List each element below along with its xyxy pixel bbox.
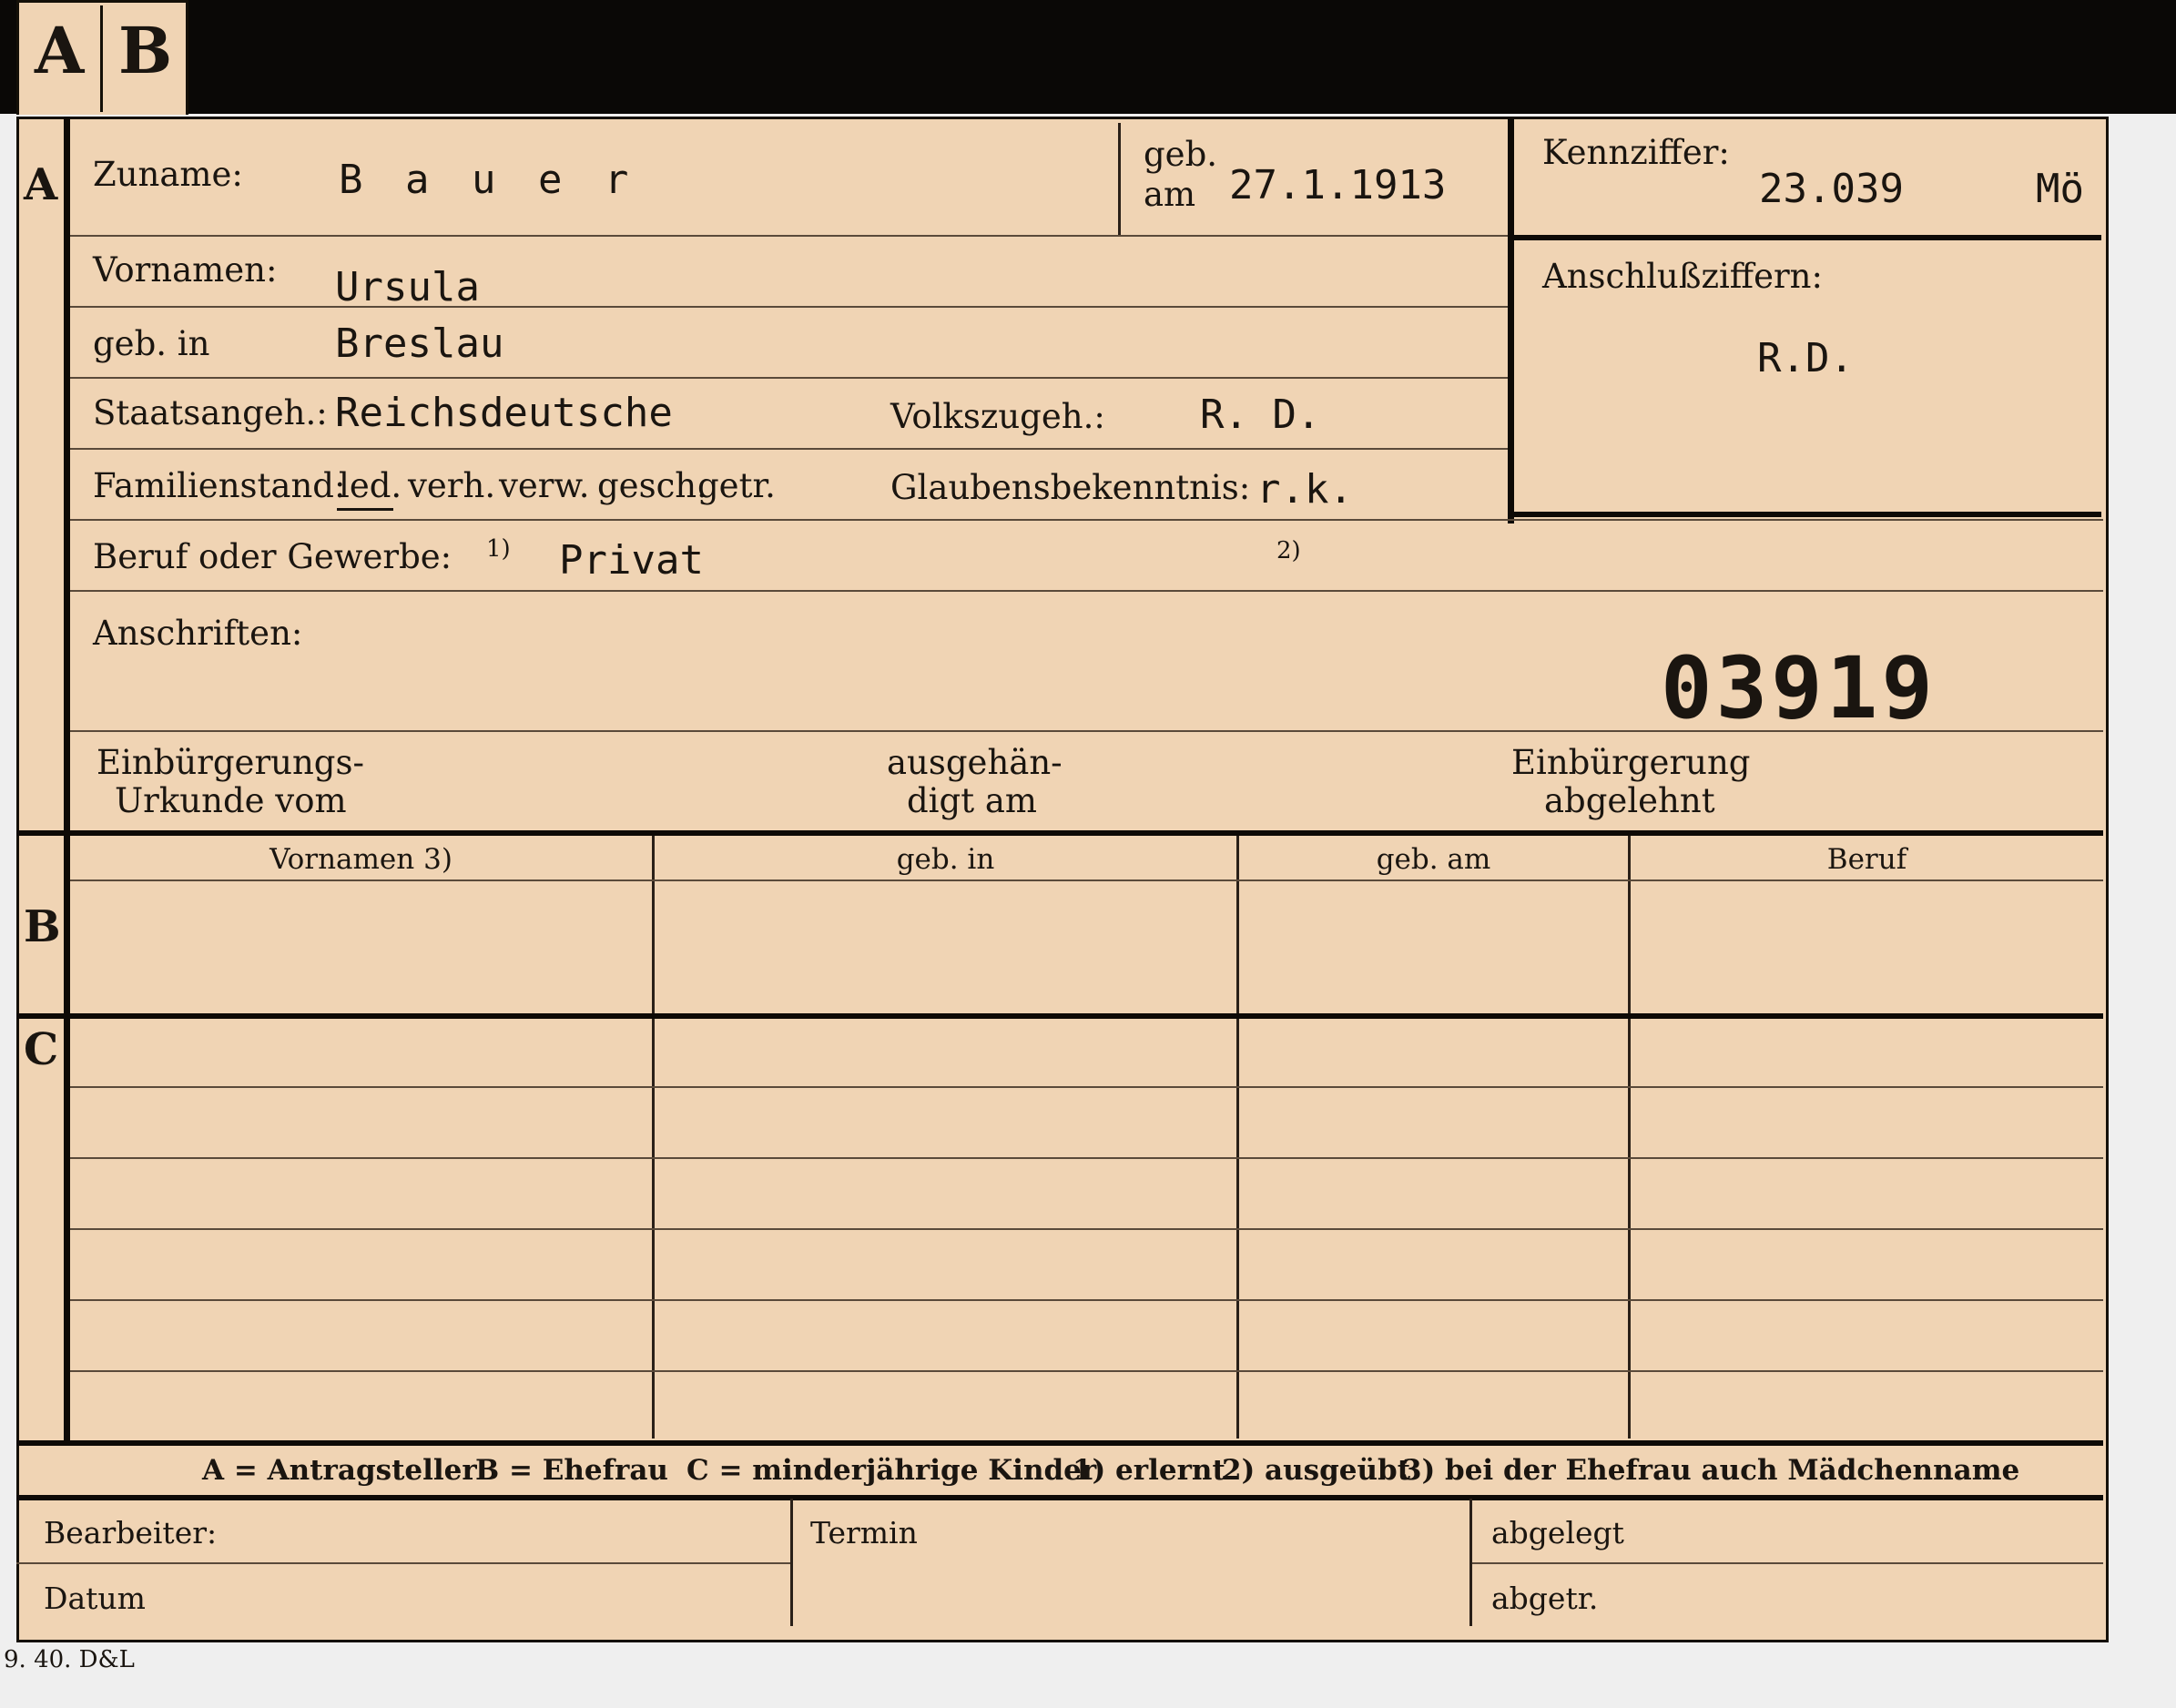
row-line-6	[70, 590, 2103, 592]
abgetr-label: abgetr.	[1491, 1581, 1599, 1616]
geb-label: geb.	[1144, 135, 1218, 174]
ausgehaendigt-line1: ausgehän-	[887, 743, 1063, 782]
kennziffer-box-bottom	[1511, 512, 2101, 517]
anschriften-label: Anschriften:	[93, 614, 303, 653]
bearbeiter-label: Bearbeiter:	[44, 1515, 218, 1550]
ausgehaendigt-line2: digt am	[907, 781, 1037, 820]
left-column-rule	[64, 117, 70, 1441]
legend-b: B = Ehefrau	[475, 1454, 668, 1487]
row-line-3	[70, 377, 1508, 379]
table-header-geb-in: geb. in	[896, 843, 995, 876]
anschluss-value: R.D.	[1757, 335, 1854, 381]
table-header-vornamen: Vornamen 3)	[269, 843, 452, 876]
legend-note-2: 2) ausgeübt	[1222, 1454, 1411, 1487]
table-row-line-1	[70, 1086, 2103, 1088]
glaubens-value: r.k.	[1256, 466, 1353, 513]
table-row-line-5	[70, 1370, 2103, 1372]
glaubens-label: Glaubensbekenntnis:	[890, 468, 1251, 507]
beruf-label: Beruf oder Gewerbe:	[93, 537, 452, 576]
kennziffer-suffix: Mö	[2036, 166, 2084, 212]
zuname-label: Zuname:	[93, 155, 243, 194]
legend-note-1: 1) erlernt	[1073, 1454, 1225, 1487]
abgelegt-label: abgelegt	[1491, 1515, 1624, 1550]
geb-in-value: Breslau	[335, 320, 504, 367]
vornamen-value: Ursula	[335, 264, 480, 310]
stamp-number: 03919	[1661, 639, 1937, 738]
am-label: am	[1144, 175, 1196, 214]
staatsangeh-value: Reichsdeutsche	[335, 390, 673, 436]
legend-note-3: 3) bei der Ehefrau auch Mädchenname	[1402, 1454, 2020, 1487]
table-row-line-2	[70, 1157, 2103, 1159]
legend-bottom	[16, 1495, 2103, 1500]
row-line-4	[70, 448, 1508, 450]
footer-left-line	[16, 1562, 790, 1564]
section-a-bottom	[16, 830, 2103, 836]
kennziffer-box-left	[1508, 118, 1514, 524]
einbuergerung-urkunde-line2: Urkunde vom	[115, 781, 347, 820]
geb-am-value: 27.1.1913	[1229, 162, 1447, 208]
legend-c: C = minderjährige Kinder	[686, 1454, 1097, 1487]
kennziffer-label: Kennziffer:	[1542, 133, 1730, 172]
row-line-1	[70, 235, 1508, 237]
volkszugeh-label: Volkszugeh.:	[890, 397, 1105, 436]
kennziffer-value: 23.039	[1759, 166, 1904, 212]
familienstand-option-getr: getr.	[697, 466, 776, 505]
top-background	[0, 0, 2176, 114]
table-header-geb-am: geb. am	[1376, 843, 1491, 876]
familienstand-label: Familienstand:	[93, 466, 346, 505]
print-mark: 9. 40. D&L	[4, 1646, 135, 1673]
vornamen-label: Vornamen:	[93, 250, 278, 290]
footer-divider-1	[790, 1499, 793, 1626]
familienstand-option-gesch: gesch.	[597, 466, 707, 505]
familienstand-option-verh: verh.	[408, 466, 496, 505]
familienstand-option-led: led.	[339, 466, 402, 505]
staatsangeh-label: Staatsangeh.:	[93, 393, 328, 432]
section-b-bottom	[16, 1013, 2103, 1019]
volkszugeh-value: R. D.	[1200, 391, 1321, 438]
termin-label: Termin	[810, 1515, 918, 1550]
table-col-divider-3	[1628, 836, 1631, 1439]
beruf-value: Privat	[559, 537, 704, 584]
zuname-value: B a u e r	[339, 157, 638, 203]
table-bottom	[16, 1440, 2103, 1446]
tab-divider	[100, 5, 103, 112]
beruf-note-2: 2)	[1276, 537, 1301, 564]
tab-letter-b: B	[118, 13, 173, 88]
table-row-line-4	[70, 1299, 2103, 1301]
section-letter-a: A	[24, 159, 58, 210]
legend-a: A = Antragsteller	[202, 1454, 477, 1487]
table-col-divider-1	[652, 836, 655, 1439]
tab-letter-a: A	[35, 13, 85, 88]
table-header-line	[70, 879, 2103, 881]
footer-right-line	[1472, 1562, 2103, 1564]
einbuergerung-urkunde-line1: Einbürgerungs-	[97, 743, 364, 782]
geb-in-label: geb. in	[93, 324, 210, 363]
datum-label: Datum	[44, 1581, 146, 1616]
table-header-beruf: Beruf	[1826, 843, 1907, 876]
beruf-note-1: 1)	[486, 535, 511, 563]
geb-am-divider	[1118, 123, 1121, 237]
abgelehnt-line2: abgelehnt	[1544, 781, 1715, 820]
kennziffer-box-divider	[1511, 235, 2101, 240]
section-letter-b: B	[24, 901, 61, 952]
abgelehnt-line1: Einbürgerung	[1511, 743, 1751, 782]
row-line-2	[70, 306, 1508, 308]
familienstand-option-verw: verw.	[499, 466, 590, 505]
row-line-5	[70, 519, 2103, 521]
familienstand-selected-underline	[337, 508, 393, 511]
table-row-line-3	[70, 1228, 2103, 1230]
section-letter-c: C	[24, 1024, 59, 1075]
table-col-divider-2	[1236, 836, 1239, 1439]
anschluss-label: Anschlußziffern:	[1542, 257, 1823, 296]
